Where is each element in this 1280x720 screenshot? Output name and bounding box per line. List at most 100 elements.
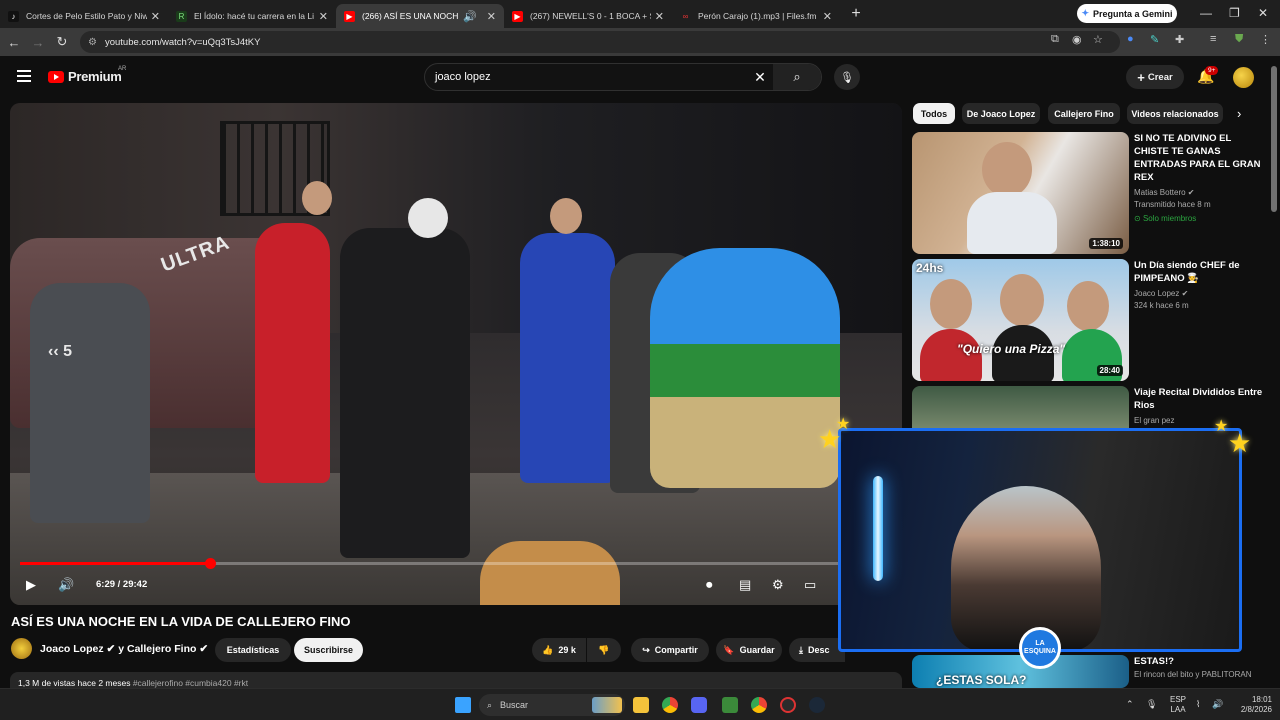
chips-next-chevron-icon[interactable]: › [1237, 106, 1241, 121]
close-tab-icon[interactable]: ✕ [151, 10, 160, 23]
close-tab-icon[interactable]: ✕ [823, 10, 832, 23]
recommendation-title[interactable]: ESTAS!? [1134, 655, 1266, 668]
page-scrollbar[interactable] [1271, 66, 1277, 212]
speaker-icon[interactable]: 🔊 [1212, 699, 1223, 709]
close-tab-icon[interactable]: ✕ [487, 10, 496, 23]
subscribe-button[interactable]: Suscribirse [294, 638, 363, 662]
video-thumbnail[interactable]: 1:38:10 [912, 132, 1129, 254]
recommendation-title[interactable]: Un Día siendo CHEF de PIMPEANO 🧑‍🍳 [1134, 259, 1266, 285]
search-box[interactable]: joaco lopez ✕ ⌕ [424, 63, 822, 91]
extension-icon[interactable]: ● [1127, 33, 1134, 45]
media-controls-icon[interactable]: ≡ [1210, 33, 1216, 45]
minimize-icon[interactable]: — [1200, 6, 1212, 20]
browser-tab[interactable]: ∞ Perón Carajo (1).mp3 | Files.fm ✕ [672, 4, 840, 28]
tiktok-icon: ♪ [8, 10, 19, 22]
download-button[interactable]: ⤓ Desc [789, 638, 845, 662]
tab-title: (266) ASÍ ES UNA NOCHE E [362, 11, 459, 21]
like-button[interactable]: 👍 29 k [532, 638, 586, 662]
search-button[interactable]: ⌕ [773, 64, 821, 90]
browser-tab-active[interactable]: ▶ (266) ASÍ ES UNA NOCHE E 🔊 ✕ [336, 4, 504, 28]
recommendation-item[interactable]: ¿ESTAS SOLA? ESTAS!? El rincon del bito … [912, 655, 1272, 688]
wifi-icon[interactable]: ⌇ [1196, 699, 1200, 709]
description-box[interactable]: 1,3 M de vistas hace 2 meses #callejerof… [10, 672, 902, 688]
clear-search-icon[interactable]: ✕ [747, 69, 773, 86]
video-thumbnail[interactable]: 24hs "Quiero una Pizza" 28:40 [912, 259, 1129, 381]
clock[interactable]: 18:01 2/8/2026 [1230, 695, 1272, 715]
windows-start-icon[interactable] [455, 697, 471, 713]
stats-button[interactable]: Estadísticas [215, 638, 291, 662]
chip-all[interactable]: Todos [913, 103, 955, 124]
translate-extension-icon[interactable]: ✎ [1150, 33, 1159, 46]
recommendation-channel[interactable]: El gran pez [1134, 415, 1266, 427]
reload-icon[interactable]: ↻ [50, 34, 74, 50]
hamburger-menu-icon[interactable] [17, 70, 31, 82]
share-button[interactable]: ↪ Compartir [631, 638, 709, 662]
new-tab-button[interactable]: + [846, 5, 866, 23]
video-player[interactable]: ULTRA ‹‹ 5 ▶ 🔊 6:29 / 29:42 ⏺ ▤ ⚙ ▭ [10, 103, 902, 605]
stream-logo-text: LA ESQUINA [1024, 640, 1056, 655]
video-frame-person [255, 223, 330, 483]
subtitles-icon[interactable]: ▤ [739, 577, 751, 593]
browser-tab[interactable]: ▶ (267) NEWELL'S 0 - 1 BOCA + S ✕ [504, 4, 672, 28]
close-tab-icon[interactable]: ✕ [655, 10, 664, 23]
app-icon[interactable] [722, 697, 738, 713]
language-indicator[interactable]: ESP LAA [1170, 695, 1186, 715]
channel-name[interactable]: Joaco Lopez ✔ y Callejero Fino ✔ [40, 643, 208, 655]
play-icon[interactable]: ▶ [26, 577, 36, 593]
restore-icon[interactable]: ❐ [1229, 6, 1240, 20]
download-icon: ⤓ [799, 644, 803, 655]
miniplayer-icon[interactable]: ▭ [804, 577, 816, 593]
youtube-logo[interactable]: Premium AR [48, 66, 126, 84]
back-icon[interactable]: ← [2, 35, 26, 50]
search-input[interactable]: joaco lopez [425, 71, 747, 83]
media-player-icon[interactable] [780, 697, 796, 713]
chrome-icon[interactable] [662, 697, 678, 713]
close-window-icon[interactable]: ✕ [1258, 6, 1268, 20]
view-icon[interactable]: ◉ [1072, 33, 1082, 46]
url-bar[interactable]: ⚙ youtube.com/watch?v=uQq3TsJ4tKY [80, 31, 1120, 53]
audio-playing-icon[interactable]: 🔊 [463, 10, 477, 23]
stream-logo: LA ESQUINA [1019, 627, 1061, 669]
microphone-tray-icon[interactable]: 🎙 [1146, 699, 1157, 709]
volume-icon[interactable]: 🔊 [58, 577, 74, 593]
account-avatar[interactable] [1233, 67, 1254, 88]
recommendation-title[interactable]: Viaje Recital Divididos Entre Rios [1134, 386, 1266, 412]
autoplay-toggle-icon[interactable]: ⏺ [706, 577, 713, 593]
tray-chevron-icon[interactable]: ⌃ [1126, 699, 1134, 709]
create-button[interactable]: + Crear [1126, 65, 1184, 89]
chip-videos-relacionados[interactable]: Videos relacionados [1127, 103, 1223, 124]
video-thumbnail[interactable]: ¿ESTAS SOLA? [912, 655, 1129, 688]
recommendation-item[interactable]: 24hs "Quiero una Pizza" 28:40 Un Día sie… [912, 259, 1272, 381]
settings-gear-icon[interactable]: ⚙ [772, 577, 784, 593]
site-info-icon[interactable]: ⚙ [88, 37, 97, 48]
dislike-button[interactable]: 👎 [587, 638, 621, 662]
steam-icon[interactable] [809, 697, 825, 713]
cast-icon[interactable]: ⧉ [1051, 33, 1059, 46]
gemini-button[interactable]: ✦ Pregunta a Gemini [1077, 4, 1177, 23]
recommendation-title[interactable]: SI NO TE ADIVINO EL CHISTE TE GANAS ENTR… [1134, 132, 1266, 184]
channel-avatar[interactable] [11, 638, 32, 659]
save-button[interactable]: 🔖 Guardar [716, 638, 782, 662]
browser-tab[interactable]: R El Ídolo: hacé tu carrera en la Li ✕ [168, 4, 336, 28]
hashtags[interactable]: #callejerofino #cumbia420 #rkt [133, 678, 248, 688]
chrome-icon[interactable] [751, 697, 767, 713]
recommendation-channel[interactable]: El rincon del bito y PABLITORAN [1134, 669, 1266, 681]
discord-icon[interactable] [691, 697, 707, 713]
chip-de-joaco-lopez[interactable]: De Joaco Lopez [962, 103, 1040, 124]
profile-shield-icon[interactable]: ⛊ [1235, 33, 1243, 46]
voice-search-button[interactable]: 🎙 [834, 64, 860, 90]
chip-callejero-fino[interactable]: Callejero Fino [1048, 103, 1120, 124]
extensions-puzzle-icon[interactable]: ✚ [1175, 33, 1184, 46]
file-explorer-icon[interactable] [633, 697, 649, 713]
seek-bar[interactable] [20, 558, 892, 569]
browser-tab[interactable]: ♪ Cortes de Pelo Estilo Pato y Niw ✕ [0, 4, 168, 28]
browser-menu-icon[interactable]: ⋮ [1260, 33, 1271, 46]
video-thumbnail[interactable] [912, 386, 1129, 431]
bookmark-star-icon[interactable]: ☆ [1093, 33, 1103, 46]
recommendation-channel[interactable]: Joaco Lopez ✔ [1134, 288, 1266, 300]
recommendation-channel[interactable]: Matias Bottero ✔ [1134, 187, 1266, 199]
close-tab-icon[interactable]: ✕ [319, 10, 328, 23]
recommendation-item[interactable]: 1:38:10 SI NO TE ADIVINO EL CHISTE TE GA… [912, 132, 1272, 254]
forward-icon[interactable]: → [26, 35, 50, 50]
search-highlight-icon[interactable] [592, 697, 622, 713]
